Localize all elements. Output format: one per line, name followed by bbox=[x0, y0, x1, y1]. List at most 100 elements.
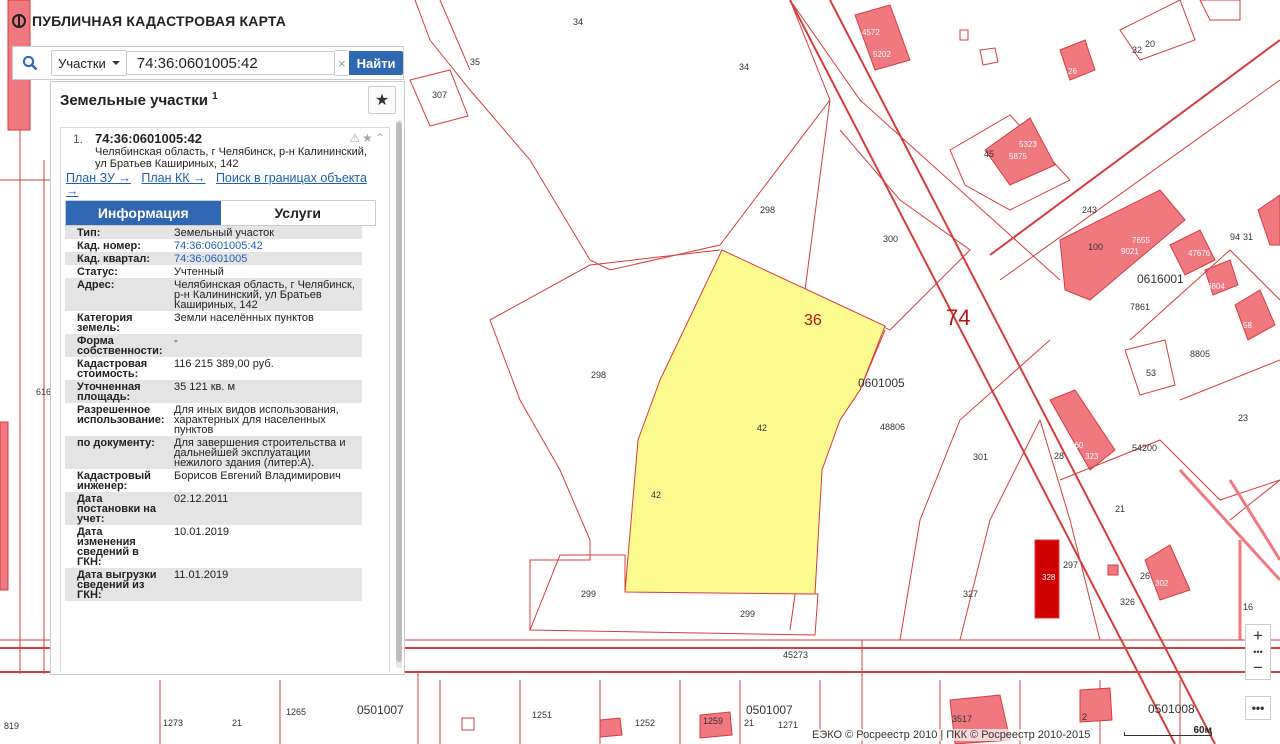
logo-icon bbox=[12, 14, 26, 28]
map-label: 328 bbox=[1042, 573, 1056, 582]
attr-value: 11.01.2019 bbox=[174, 569, 229, 581]
map-label: 94 bbox=[1230, 232, 1240, 242]
panel-scrollbar[interactable] bbox=[396, 120, 402, 668]
attr-key: Форма собственности: bbox=[77, 335, 163, 357]
map-label: 100 bbox=[1088, 242, 1103, 252]
attr-row: Кадастровый инженер: Борисов Евгений Влад… bbox=[65, 469, 362, 492]
search-type-label: Участки bbox=[58, 55, 106, 71]
attr-key: Дата изменения сведений в ГКН: bbox=[77, 526, 139, 568]
chevron-up-icon[interactable]: ⌃ bbox=[375, 131, 385, 145]
more-button[interactable]: ••• bbox=[1245, 696, 1271, 720]
search-icon[interactable] bbox=[13, 47, 47, 79]
map-label: 21 bbox=[1115, 504, 1125, 514]
attr-value: 35 121 кв. м bbox=[174, 381, 236, 393]
scrollbar-thumb[interactable] bbox=[396, 122, 402, 662]
attr-row: Статус: Учтенный bbox=[65, 265, 362, 278]
find-button[interactable]: Найти bbox=[349, 51, 403, 75]
attr-row: по документу: Для завершения строительств… bbox=[65, 436, 362, 469]
map-label: 5202 bbox=[873, 50, 891, 59]
map-label: 45273 bbox=[783, 650, 808, 660]
map-label: 74 bbox=[946, 305, 970, 330]
map-label: 300 bbox=[883, 234, 898, 244]
attr-value: Челябинская область, г Челябинск, р-н Ка… bbox=[174, 279, 355, 311]
map-label: 34 bbox=[739, 62, 749, 72]
map-label: 58 bbox=[1243, 321, 1252, 330]
attr-row: Тип: Земельный участок bbox=[65, 226, 362, 239]
tab-information[interactable]: Информация bbox=[66, 201, 221, 225]
map-label: 4572 bbox=[862, 28, 880, 37]
result-links: План ЗУ → План КК → Поиск в границах объ… bbox=[61, 172, 376, 198]
attr-row: Дата постановки на учет: 02.12.2011 bbox=[65, 492, 362, 525]
attr-key: Кадастровый инженер: bbox=[77, 470, 151, 492]
attr-row: Разрешенное использование: Для иных видов… bbox=[65, 403, 362, 436]
plan-kk-link[interactable]: План КК → bbox=[141, 171, 205, 185]
attr-row: Кадастровая стоимость: 116 215 389,00 руб… bbox=[65, 357, 362, 380]
search-input[interactable] bbox=[126, 51, 335, 75]
map-label: 326 bbox=[1120, 597, 1135, 607]
attr-value: 116 215 389,00 руб. bbox=[174, 358, 274, 370]
result-address: Челябинская область, г Челябинск, р-н Ка… bbox=[95, 146, 367, 170]
map-label: 32 bbox=[1132, 45, 1142, 55]
attr-value: Для завершения строительства и дальнейше… bbox=[174, 437, 346, 469]
map-label: 2 bbox=[1082, 712, 1087, 722]
attr-value: Учтенный bbox=[174, 266, 224, 278]
result-card: 1. 74:36:0601005:42 Челябинская область,… bbox=[60, 127, 390, 672]
chevron-down-icon bbox=[111, 61, 120, 65]
map-label: 1271 bbox=[778, 720, 798, 730]
map-label: 327 bbox=[963, 589, 978, 599]
result-cad-number[interactable]: 74:36:0601005:42 bbox=[95, 132, 381, 146]
map-label: 42 bbox=[651, 490, 661, 500]
map-label: 31 bbox=[1243, 232, 1253, 242]
attr-value[interactable]: 74:36:0601005 bbox=[162, 252, 362, 265]
warning-icon[interactable]: ⚠ bbox=[349, 131, 360, 145]
zoom-out-button[interactable]: − bbox=[1246, 657, 1270, 679]
attr-row: Уточненная площадь: 35 121 кв. м bbox=[65, 380, 362, 403]
map-label: 0616001 bbox=[1137, 272, 1184, 286]
attr-value[interactable]: 74:36:0601005:42 bbox=[162, 239, 362, 252]
map-label: 20 bbox=[1145, 39, 1155, 49]
attr-row: Кад. номер: 74:36:0601005:42 bbox=[65, 239, 362, 252]
map-label: 1259 bbox=[703, 716, 723, 726]
map-label: 45 bbox=[984, 149, 994, 159]
map-label: 0501007 bbox=[357, 703, 404, 717]
result-count: 1 bbox=[212, 91, 218, 102]
map-label: 21 bbox=[744, 718, 754, 728]
tab-services[interactable]: Услуги bbox=[220, 201, 375, 225]
attr-key: Кад. квартал: bbox=[77, 253, 151, 265]
attr-value: 10.01.2019 bbox=[174, 526, 230, 538]
info-tabs: Информация Услуги bbox=[65, 200, 376, 226]
map-label: 298 bbox=[760, 205, 775, 215]
attr-row: Адрес: Челябинская область, г Челябинск, … bbox=[65, 278, 362, 311]
map-label: 302 bbox=[1155, 579, 1169, 588]
search-type-select[interactable]: Участки bbox=[51, 50, 127, 76]
map-label: 47676 bbox=[1188, 249, 1211, 258]
map-label: 5323 bbox=[1019, 140, 1037, 149]
attr-key: Статус: bbox=[77, 266, 118, 278]
map-label: 1252 bbox=[635, 718, 655, 728]
clear-icon[interactable]: × bbox=[334, 50, 350, 76]
map-label: 819 bbox=[4, 721, 19, 731]
attr-key: Дата выгрузки сведений из ГКН: bbox=[77, 569, 157, 601]
panel-title: Земельные участки 1 bbox=[60, 91, 218, 109]
result-number: 1. bbox=[73, 132, 84, 146]
map-label: 0501007 bbox=[746, 703, 793, 717]
attr-key: Разрешенное использование: bbox=[77, 404, 165, 426]
star-icon[interactable]: ★ bbox=[362, 131, 373, 145]
map-label: 21 bbox=[232, 718, 242, 728]
map-label: 8805 bbox=[1190, 349, 1210, 359]
attr-key: Кадастровая стоимость: bbox=[77, 358, 148, 380]
scale-label: 60м bbox=[1193, 725, 1212, 736]
plan-zu-link[interactable]: План ЗУ → bbox=[66, 171, 131, 185]
attr-key: по документу: bbox=[77, 437, 155, 449]
panel-header: Земельные участки 1 ★ bbox=[51, 82, 404, 118]
attr-key: Тип: bbox=[77, 227, 101, 239]
app-title-text: ПУБЛИЧНАЯ КАДАСТРОВАЯ КАРТА bbox=[32, 13, 287, 29]
zoom-in-button[interactable]: + bbox=[1246, 625, 1270, 647]
attr-value: - bbox=[174, 335, 178, 347]
map-label: 307 bbox=[432, 90, 447, 100]
map-label: 301 bbox=[973, 452, 988, 462]
attr-value: Земельный участок bbox=[174, 227, 275, 239]
map-label: 28 bbox=[1054, 451, 1064, 461]
favorite-star-icon[interactable]: ★ bbox=[368, 86, 396, 114]
attributes-table: Тип: Земельный участок Кад. номер: 74:36:06… bbox=[65, 226, 362, 601]
